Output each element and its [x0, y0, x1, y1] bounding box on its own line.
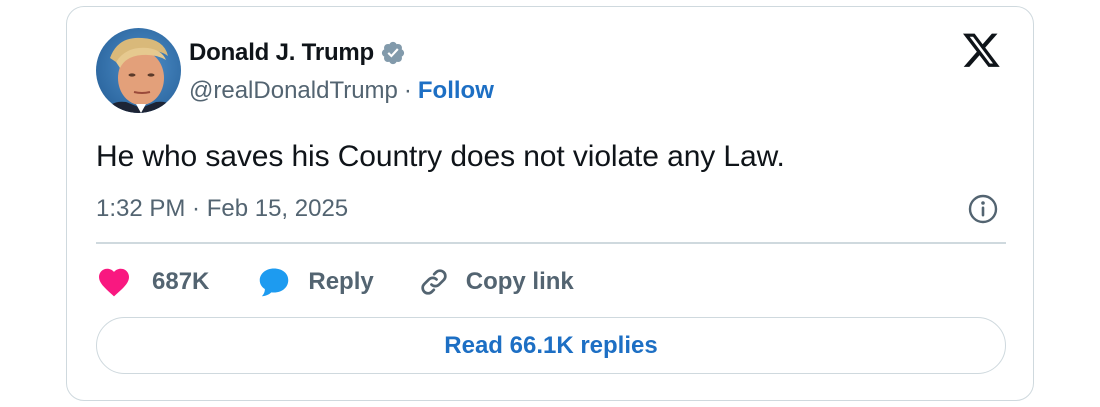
tweet-timestamp[interactable]: 1:32 PM · Feb 15, 2025 — [96, 195, 348, 223]
tweet-card: Donald J. Trump @realDonaldTrump · Follo… — [66, 6, 1034, 401]
author-name[interactable]: Donald J. Trump — [189, 39, 374, 67]
heart-icon — [99, 268, 129, 297]
like-button[interactable]: 687K — [96, 264, 209, 300]
copy-link-label: Copy link — [465, 268, 574, 295]
likes-count: 687K — [152, 268, 210, 295]
handle-row: @realDonaldTrump · Follow — [189, 76, 494, 106]
verified-badge-icon — [381, 41, 405, 65]
read-replies-label: Read 66.1K replies — [444, 331, 658, 359]
action-bar: 687K Reply Copy link — [96, 264, 574, 300]
author-row: Donald J. Trump — [189, 38, 406, 68]
reply-label: Reply — [308, 268, 374, 295]
divider — [96, 242, 1006, 244]
speech-bubble-icon — [260, 268, 289, 297]
author-handle[interactable]: @realDonaldTrump — [189, 77, 398, 105]
tweet-text: He who saves his Country does not violat… — [96, 140, 785, 173]
info-icon[interactable] — [967, 193, 999, 225]
separator-dot: · — [403, 77, 412, 104]
avatar-image — [104, 37, 178, 113]
reply-button[interactable]: Reply — [256, 264, 374, 300]
avatar[interactable] — [96, 28, 181, 113]
x-logo-icon[interactable] — [963, 33, 1001, 69]
read-replies-button[interactable]: Read 66.1K replies — [96, 317, 1006, 374]
follow-button[interactable]: Follow — [418, 77, 494, 105]
copy-link-button[interactable]: Copy link — [416, 264, 574, 300]
link-icon — [421, 269, 447, 295]
